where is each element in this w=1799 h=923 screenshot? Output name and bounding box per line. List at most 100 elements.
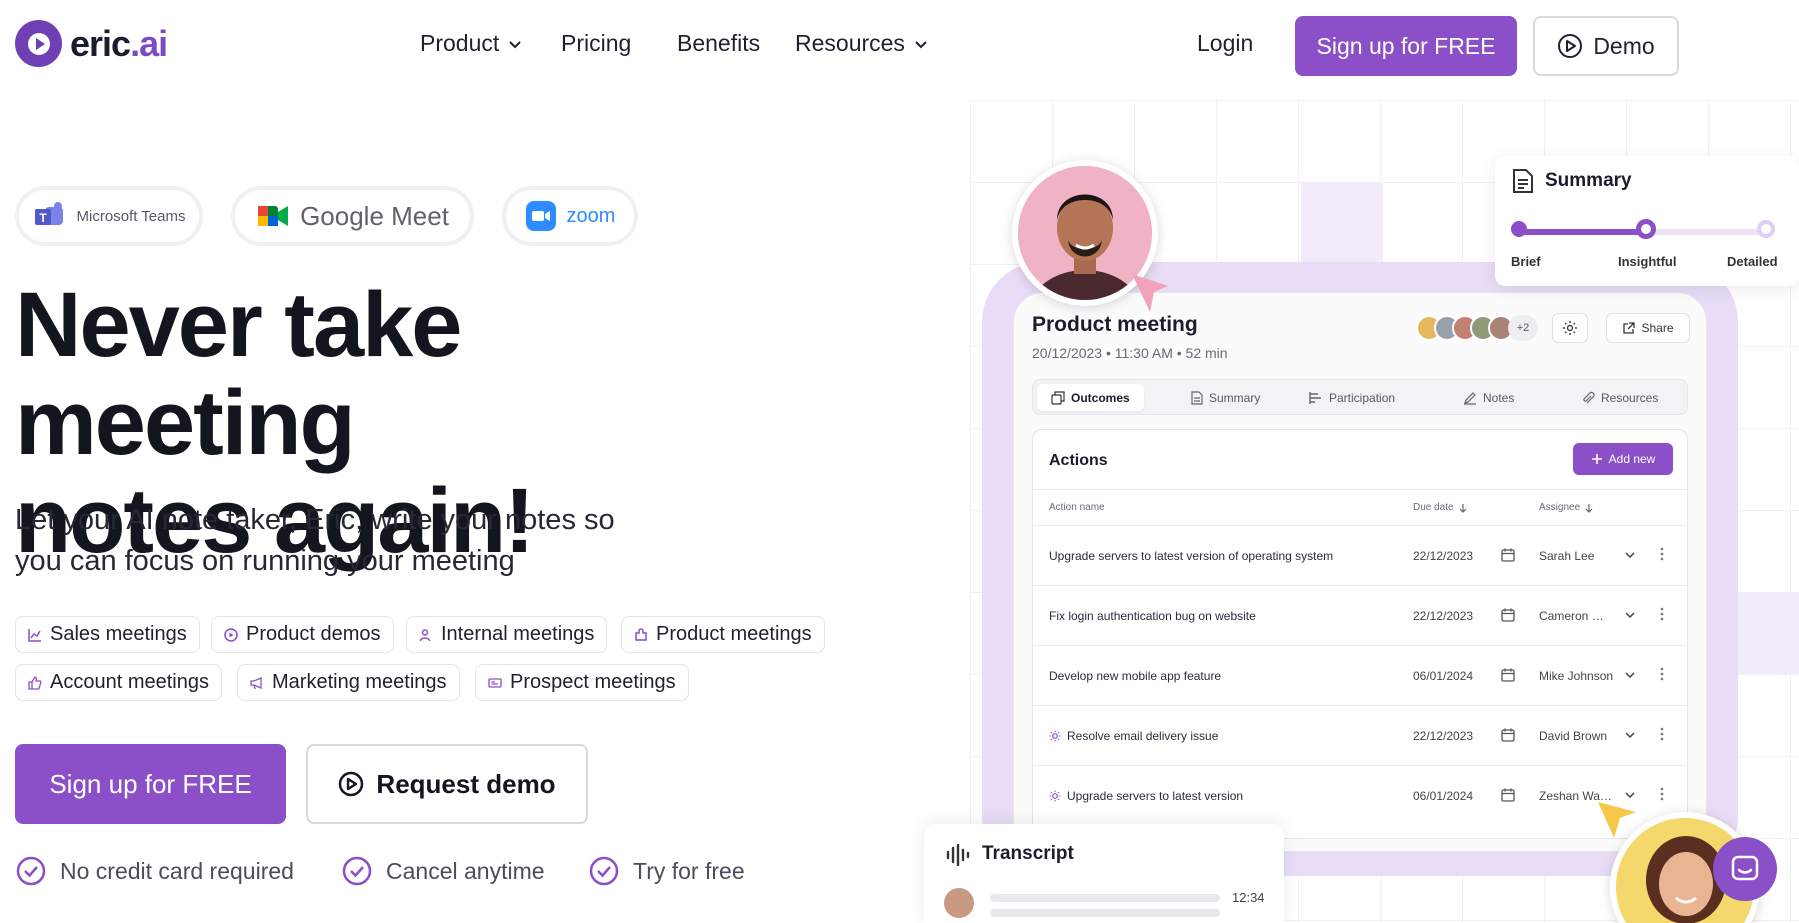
action-name: Upgrade servers to latest version of ope… — [1049, 549, 1334, 563]
google-meet-icon — [258, 206, 289, 226]
tag-marketing-meetings[interactable]: Marketing meetings — [237, 664, 460, 701]
table-row[interactable]: Develop new mobile app feature 06/01/202… — [1033, 646, 1689, 706]
tag-prospect-meetings[interactable]: Prospect meetings — [475, 664, 689, 701]
tab-label: Outcomes — [1071, 390, 1130, 405]
eric-ai-logo[interactable]: eric.ai — [15, 20, 168, 67]
play-icon — [15, 20, 62, 67]
chevron-down-icon[interactable] — [1623, 668, 1637, 682]
table-row[interactable]: Fix login authentication bug on website … — [1033, 586, 1689, 646]
tag-product-meetings[interactable]: Product meetings — [621, 616, 825, 653]
share-button[interactable]: Share — [1606, 313, 1690, 343]
zoom-badge: zoom — [502, 186, 638, 246]
nav-resources[interactable]: Resources — [795, 30, 929, 57]
tag-label: Product meetings — [656, 623, 812, 645]
more-options-icon[interactable] — [1659, 546, 1665, 562]
chevron-down-icon[interactable] — [1623, 608, 1637, 622]
meeting-title: Product meeting — [1032, 313, 1198, 336]
nav-pricing[interactable]: Pricing — [561, 30, 631, 57]
column-action-name[interactable]: Action name — [1049, 502, 1105, 513]
feature-no-credit-card: No credit card required — [16, 856, 294, 886]
feature-label: No credit card required — [60, 857, 294, 884]
table-row[interactable]: Upgrade servers to latest version of ope… — [1033, 526, 1689, 586]
platform-label: Microsoft Teams — [76, 207, 186, 225]
waveform-icon — [946, 844, 970, 866]
tag-account-meetings[interactable]: Account meetings — [15, 664, 222, 701]
tag-product-demos[interactable]: Product demos — [211, 616, 394, 653]
level-label-insightful: Insightful — [1618, 254, 1677, 269]
nav-resources-label: Resources — [795, 30, 905, 56]
column-assignee[interactable]: Assignee — [1539, 502, 1594, 513]
slider-handle[interactable] — [1636, 219, 1656, 239]
sparkle-icon — [1049, 730, 1061, 742]
arrow-down-icon — [1459, 503, 1467, 513]
calendar-icon[interactable] — [1500, 727, 1516, 743]
chat-icon — [1731, 855, 1759, 881]
zoom-icon — [525, 201, 556, 231]
grid-highlight — [1301, 182, 1383, 264]
play-circle-icon — [224, 627, 238, 642]
more-options-icon[interactable] — [1659, 666, 1665, 682]
more-options-icon[interactable] — [1659, 786, 1665, 802]
tag-label: Prospect meetings — [510, 671, 676, 693]
gear-icon — [1563, 321, 1577, 335]
add-new-button[interactable]: Add new — [1573, 443, 1673, 475]
action-name: Develop new mobile app feature — [1049, 669, 1222, 683]
more-options-icon[interactable] — [1659, 726, 1665, 742]
attendee-avatars: +2 — [1416, 315, 1538, 341]
bar-chart-icon — [1309, 391, 1321, 404]
hero-signup-button[interactable]: Sign up for FREE — [15, 744, 286, 824]
due-date: 22/12/2023 — [1413, 609, 1474, 623]
calendar-icon[interactable] — [1500, 547, 1516, 563]
request-demo-button[interactable]: Request demo — [306, 744, 588, 824]
chevron-down-icon — [509, 40, 521, 48]
calendar-icon[interactable] — [1500, 607, 1516, 623]
tag-label: Marketing meetings — [272, 671, 447, 693]
feature-cancel-anytime: Cancel anytime — [342, 856, 545, 886]
login-link[interactable]: Login — [1197, 30, 1253, 57]
thumbs-up-icon — [28, 675, 42, 690]
slider-stop-brief[interactable] — [1511, 221, 1527, 237]
transcript-card: Transcript 12:34 — [924, 824, 1284, 923]
calendar-icon[interactable] — [1500, 787, 1516, 803]
puzzle-icon — [635, 627, 647, 641]
column-due-date[interactable]: Due date — [1413, 502, 1468, 513]
sparkle-icon — [1049, 790, 1061, 802]
due-date: 22/12/2023 — [1413, 549, 1474, 563]
nav-product-label: Product — [420, 30, 500, 56]
level-label-detailed: Detailed — [1727, 254, 1778, 269]
more-options-icon[interactable] — [1659, 606, 1665, 622]
chevron-down-icon[interactable] — [1623, 728, 1637, 742]
external-link-icon — [1623, 321, 1636, 334]
microsoft-teams-badge: T Microsoft Teams — [15, 186, 203, 246]
tab-resources[interactable]: Resources — [1581, 384, 1658, 411]
demo-button-label: Demo — [1593, 32, 1655, 59]
add-new-label: Add new — [1608, 452, 1656, 466]
tag-internal-meetings[interactable]: Internal meetings — [406, 616, 608, 653]
table-row[interactable]: Resolve email delivery issue 22/12/2023 … — [1033, 706, 1689, 766]
demo-button[interactable]: Demo — [1533, 16, 1679, 76]
megaphone-icon — [250, 676, 262, 689]
tab-label: Resources — [1601, 390, 1659, 405]
transcript-line-placeholder — [990, 909, 1220, 917]
tab-notes[interactable]: Notes — [1463, 384, 1514, 411]
settings-button[interactable] — [1552, 313, 1588, 343]
tab-summary[interactable]: Summary — [1191, 384, 1260, 411]
nav-benefits[interactable]: Benefits — [677, 30, 760, 57]
chevron-down-icon[interactable] — [1623, 548, 1637, 562]
meeting-app-preview: Product meeting 20/12/2023 • 11:30 AM • … — [1013, 292, 1707, 852]
action-name: Upgrade servers to latest version — [1049, 789, 1243, 803]
slider-stop-detailed[interactable] — [1757, 220, 1775, 238]
check-circle-icon — [589, 856, 619, 886]
calendar-icon[interactable] — [1500, 667, 1516, 683]
transcript-title: Transcript — [982, 843, 1074, 864]
platform-label: Google Meet — [300, 200, 449, 231]
nav-product[interactable]: Product — [420, 30, 523, 57]
chat-support-button[interactable] — [1713, 837, 1777, 901]
signup-button[interactable]: Sign up for FREE — [1295, 16, 1517, 76]
tab-outcomes[interactable]: Outcomes — [1037, 384, 1144, 411]
tag-sales-meetings[interactable]: Sales meetings — [15, 616, 200, 653]
tab-participation[interactable]: Participation — [1309, 384, 1395, 411]
chevron-down-icon — [915, 40, 927, 48]
hero-subtitle: Let your AI note taker, Eric, write your… — [15, 500, 665, 582]
table-row[interactable]: Upgrade servers to latest version 06/01/… — [1033, 766, 1689, 826]
